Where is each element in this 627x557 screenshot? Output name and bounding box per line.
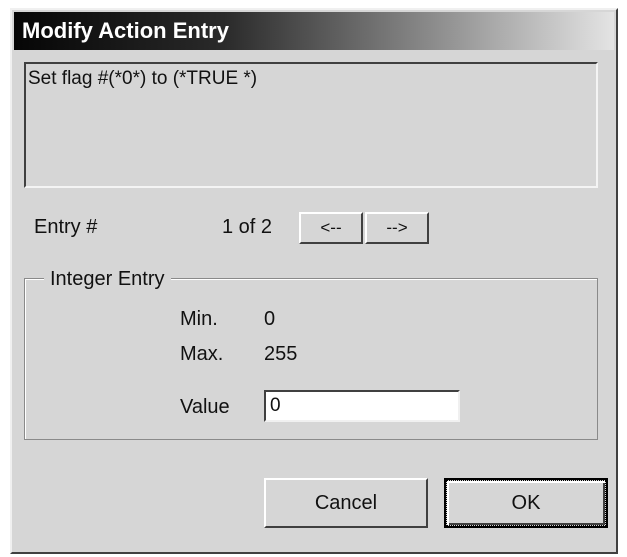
entry-position-text: 1 of 2 <box>222 216 273 238</box>
value-input[interactable] <box>264 390 460 422</box>
ok-button[interactable]: OK <box>444 478 608 528</box>
previous-entry-button-label: <-- <box>320 218 342 237</box>
ok-button-label: OK <box>511 491 541 514</box>
max-label: Max. <box>180 343 224 365</box>
cancel-button-label: Cancel <box>314 491 378 514</box>
value-label: Value <box>180 396 230 418</box>
max-value: 255 <box>264 343 298 365</box>
integer-entry-group-label: Integer Entry <box>44 268 171 291</box>
next-entry-button[interactable]: --> <box>365 212 429 244</box>
entry-number-label: Entry # <box>34 216 98 238</box>
ok-button-focus-rect: OK <box>446 480 606 526</box>
action-description-box: Set flag #(*0*) to (*TRUE *) <box>24 62 598 188</box>
min-label: Min. <box>180 308 218 330</box>
cancel-button[interactable]: Cancel <box>264 478 428 528</box>
action-description-text: Set flag #(*0*) to (*TRUE *) <box>28 68 258 89</box>
previous-entry-button[interactable]: <-- <box>299 212 363 244</box>
window-title: Modify Action Entry <box>22 18 229 43</box>
title-bar[interactable]: Modify Action Entry <box>14 12 614 50</box>
next-entry-button-label: --> <box>386 218 408 237</box>
min-value: 0 <box>264 308 276 330</box>
